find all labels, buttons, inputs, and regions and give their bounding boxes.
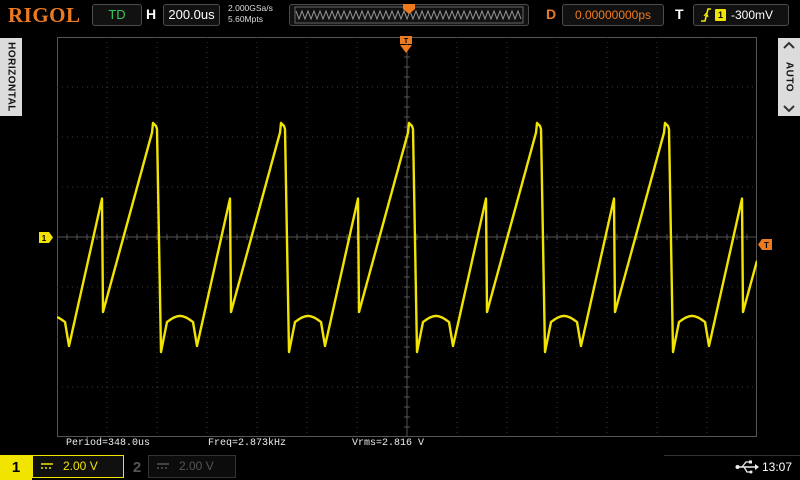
delay-value: 0.00000000ps xyxy=(574,8,652,22)
frequency-measurement: Freq=2.873kHz xyxy=(208,438,287,449)
dc-coupling-icon xyxy=(41,463,53,469)
period-measurement: Period=348.0us xyxy=(66,438,151,449)
waveform-display[interactable] xyxy=(57,37,757,437)
top-status-bar: RIGOL TD H 200.0us 2.000GSa/s 5.60Mpts D… xyxy=(0,0,800,30)
rigol-logo: RIGOL xyxy=(8,3,81,27)
dc-coupling-icon-ch2 xyxy=(157,463,169,469)
ch1-scale-value: 2.00 V xyxy=(63,459,98,473)
ch2-scale-value: 2.00 V xyxy=(179,459,214,473)
horizontal-menu-label: HORIZONTAL xyxy=(5,42,17,112)
acquisition-info: 2.000GSa/s 5.60Mpts xyxy=(228,3,273,25)
run-state-indicator[interactable]: TD xyxy=(92,4,142,26)
memory-overview-bar[interactable] xyxy=(289,4,529,26)
delay-box[interactable]: 0.00000000ps xyxy=(562,4,664,26)
bottom-divider xyxy=(664,455,800,456)
memory-depth: 5.60Mpts xyxy=(228,14,263,24)
chevron-down-icon xyxy=(783,105,795,113)
trigger-position-icon xyxy=(403,4,415,14)
timebase-box[interactable]: 200.0us xyxy=(163,4,220,26)
trigger-source-badge: 1 xyxy=(715,9,726,21)
ch1-scale-box[interactable]: 2.00 V xyxy=(32,455,124,478)
delay-label: D xyxy=(546,6,557,22)
ch2-scale-box[interactable]: 2.00 V xyxy=(148,455,236,478)
ch1-button[interactable]: 1 xyxy=(0,455,32,480)
auto-menu-tab[interactable]: AUTO xyxy=(778,38,800,116)
trigger-position-marker[interactable]: T xyxy=(400,36,412,59)
ch1-offset-marker[interactable]: 1 xyxy=(39,230,53,248)
trigger-level-marker[interactable]: T xyxy=(758,237,772,255)
trigger-box[interactable]: 1 -300mV xyxy=(693,4,789,26)
horizontal-label: H xyxy=(146,6,157,22)
trigger-position-arrow-icon: T xyxy=(400,36,412,53)
svg-text:T: T xyxy=(764,241,769,250)
ch2-button[interactable]: 2 xyxy=(126,455,148,480)
chevron-up-icon xyxy=(783,41,795,49)
auto-menu-label: AUTO xyxy=(783,61,795,93)
svg-text:T: T xyxy=(404,38,409,45)
graticule xyxy=(57,37,757,437)
svg-text:1: 1 xyxy=(42,234,47,243)
rising-edge-icon xyxy=(701,8,711,22)
usb-icon xyxy=(735,460,759,474)
clock: 13:07 xyxy=(762,460,793,474)
vrms-measurement: Vrms=2.816 V xyxy=(352,438,425,449)
timebase-value: 200.0us xyxy=(168,7,215,22)
ch1-marker-icon: 1 xyxy=(39,232,53,243)
sample-rate: 2.000GSa/s xyxy=(228,3,273,13)
horizontal-menu-tab[interactable]: HORIZONTAL xyxy=(0,38,22,116)
trigger-label: T xyxy=(675,6,684,22)
trigger-level-value: -300mV xyxy=(731,8,774,22)
run-state-label: TD xyxy=(108,7,126,22)
trigger-level-marker-icon: T xyxy=(758,239,772,250)
